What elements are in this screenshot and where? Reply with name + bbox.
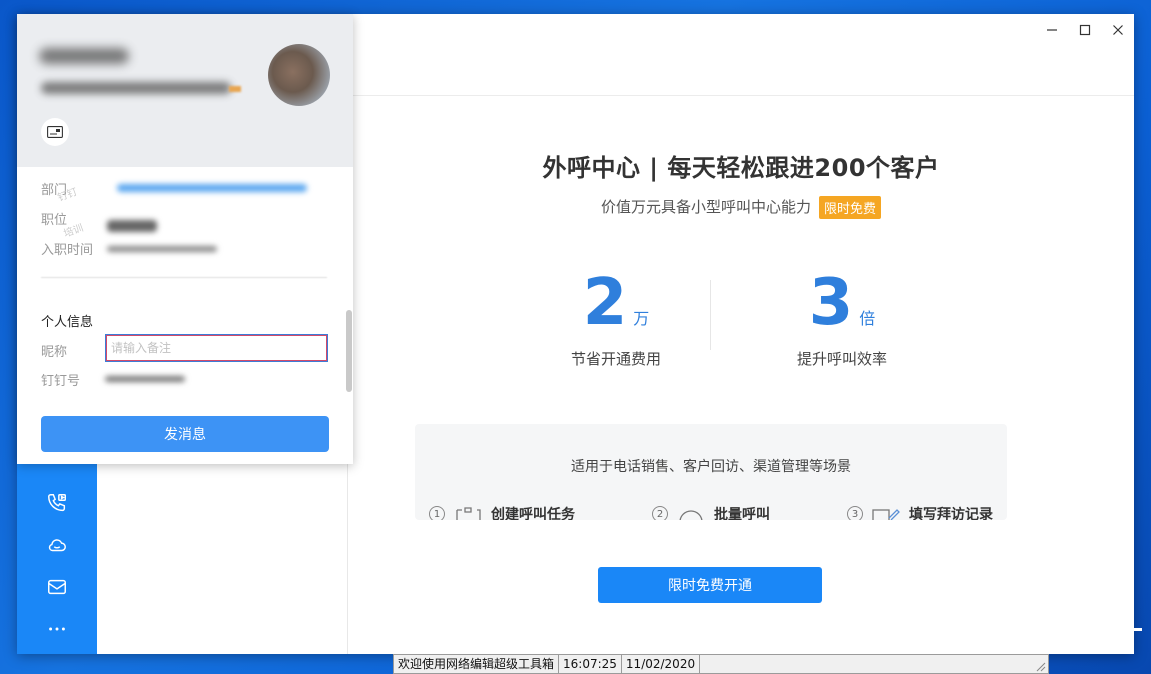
status-message: 欢迎使用网络编辑超级工具箱 (394, 655, 560, 673)
maximize-icon (1079, 24, 1090, 36)
stat-value: 2 (582, 266, 628, 340)
close-button[interactable] (1101, 14, 1134, 46)
blurred-signature (41, 82, 231, 94)
scenario-title: 适用于电话销售、客户回访、渠道管理等场景 (571, 459, 851, 475)
mail-icon[interactable] (17, 566, 97, 608)
free-activate-button[interactable]: 限时免费开通 (598, 567, 822, 603)
stat-unit: 万 (633, 309, 650, 328)
resize-grip-icon[interactable] (1034, 660, 1046, 672)
step-batch-call: 2 批量呼叫 (652, 504, 770, 520)
step-number: 3 (847, 506, 863, 520)
task-icon (456, 507, 481, 520)
step-visit-record: 3 填写拜访记录 (847, 504, 993, 520)
blurred-department (117, 184, 307, 192)
page-title: 外呼中心 | 每天轻松跟进200个客户 (542, 154, 940, 182)
stat-cost: 2万 节省开通费用 (516, 268, 716, 369)
more-icon[interactable] (17, 608, 97, 650)
blurred-hire-date (107, 246, 217, 252)
headset-icon (679, 510, 703, 520)
scenario-card: 适用于电话销售、客户回访、渠道管理等场景 1 创建呼叫任务 2 批量呼叫 3 填… (415, 424, 1007, 520)
step-number: 1 (429, 506, 445, 520)
step-create-task: 1 创建呼叫任务 (429, 504, 575, 520)
blurred-name (39, 48, 129, 64)
stat-unit: 倍 (859, 309, 876, 328)
minimize-button[interactable] (1035, 14, 1068, 46)
stat-efficiency: 3倍 提升呼叫效率 (742, 268, 942, 369)
free-badge: 限时免费 (819, 196, 882, 219)
cloud-icon[interactable] (17, 524, 97, 566)
stat-divider (710, 280, 711, 350)
nickname-input[interactable] (105, 334, 328, 362)
dingtalk-id-label: 钉钉号 (41, 374, 81, 389)
divider (41, 277, 327, 278)
step-number: 2 (652, 506, 668, 520)
nickname-label: 昵称 (41, 345, 68, 360)
profile-header (17, 14, 353, 167)
stat-label: 提升呼叫效率 (796, 350, 887, 368)
stat-label: 节省开通费用 (570, 350, 661, 368)
scrollbar[interactable] (346, 310, 352, 392)
maximize-button[interactable] (1068, 14, 1101, 46)
blurred-dingtalk-id (105, 376, 185, 382)
step-label: 批量呼叫 (714, 507, 770, 520)
phone-call-icon[interactable] (17, 482, 97, 524)
call-center-promo: 外呼中心 | 每天轻松跟进200个客户 价值万元具备小型呼叫中心能力 限时免费 2… (348, 96, 1134, 654)
business-card-icon[interactable] (41, 118, 69, 146)
personal-info-title: 个人信息 (41, 315, 94, 330)
hire-date-label: 入职时间 (41, 243, 94, 258)
stat-value: 3 (808, 266, 854, 340)
steps-row: 1 创建呼叫任务 2 批量呼叫 3 填写拜访记录 (429, 504, 993, 520)
subtitle: 价值万元具备小型呼叫中心能力 限时免费 (348, 196, 1134, 219)
avatar[interactable] (268, 44, 330, 106)
status-date: 11/02/2020 (622, 655, 701, 673)
edit-record-icon (872, 509, 900, 520)
subtitle-text: 价值万元具备小型呼叫中心能力 (600, 198, 811, 216)
send-message-button[interactable]: 发消息 (41, 416, 329, 452)
minimize-icon (1046, 29, 1057, 31)
step-label: 创建呼叫任务 (491, 507, 575, 520)
blurred-position (107, 220, 157, 232)
statusbar: 欢迎使用网络编辑超级工具箱 16:07:25 11/02/2020 (393, 654, 1049, 674)
step-label: 填写拜访记录 (909, 507, 993, 520)
profile-card: 部门 职位 入职时间 钉钉 培训 个人信息 昵称 钉钉号 发消息 (17, 14, 353, 464)
close-icon (1112, 25, 1123, 35)
stats-row: 2万 节省开通费用 3倍 提升呼叫效率 (348, 268, 1134, 378)
content-header (348, 14, 1134, 96)
status-time: 16:07:25 (559, 655, 622, 673)
